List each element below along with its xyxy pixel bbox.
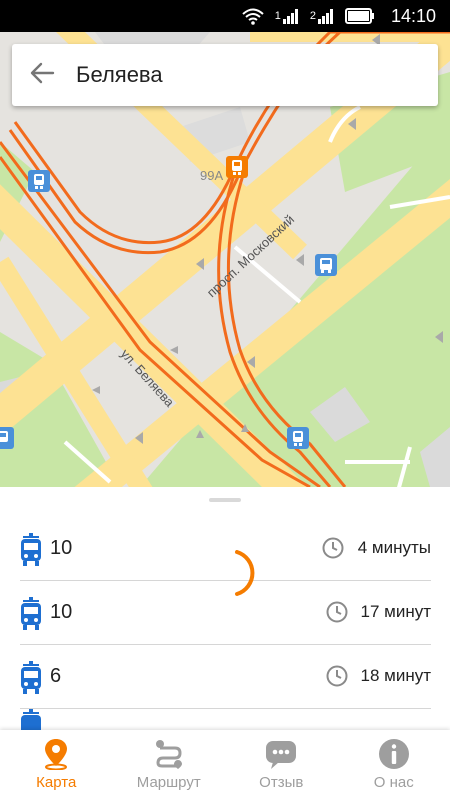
arrival-time: 17 минут <box>360 602 432 621</box>
info-icon <box>378 738 410 770</box>
selected-stop-marker[interactable] <box>226 156 248 178</box>
nav-label: О нас <box>373 774 414 791</box>
sim-label: 2 <box>309 10 316 22</box>
route-icon <box>153 738 185 770</box>
arrivals-sheet[interactable]: 10 4 минуты 10 17 минут 6 18 минут <box>0 487 450 737</box>
arrow-back-icon <box>29 62 55 89</box>
loading-spinner <box>215 550 255 605</box>
tram-stop-marker[interactable] <box>0 427 14 449</box>
arrival-time: 4 минуты <box>357 538 431 557</box>
route-number: 10 <box>50 601 73 623</box>
status-bar: 1 2 14:10 <box>0 0 450 32</box>
nav-label: Отзыв <box>259 774 304 791</box>
route-number: 6 <box>50 665 62 687</box>
tram-icon <box>20 533 42 572</box>
signal-icon-sim1: 1 <box>275 8 300 24</box>
signal-icon-sim2: 2 <box>310 8 335 24</box>
wifi-icon <box>241 7 265 25</box>
back-button[interactable] <box>12 44 72 106</box>
clock-icon <box>322 537 344 564</box>
search-query[interactable]: Беляева <box>76 62 163 88</box>
nav-item-route[interactable]: Маршрут <box>113 730 226 800</box>
arrival-time: 18 минут <box>360 666 432 685</box>
sim-label: 1 <box>274 10 281 22</box>
battery-icon <box>344 8 375 24</box>
clock-icon <box>326 601 348 628</box>
map-pin-icon <box>41 738 71 770</box>
list-item[interactable]: 6 18 минут <box>0 645 450 709</box>
building-number: 99А <box>200 168 223 183</box>
bus-stop-marker[interactable] <box>315 254 337 276</box>
drag-handle[interactable] <box>209 498 241 502</box>
route-number: 10 <box>50 537 73 559</box>
tram-icon <box>20 661 42 700</box>
status-time: 14:10 <box>390 5 436 26</box>
nav-label: Карта <box>36 774 77 791</box>
chat-bubble-icon <box>265 738 297 770</box>
bottom-navigation: Карта Маршрут Отзыв О нас <box>0 730 450 800</box>
nav-item-about[interactable]: О нас <box>338 730 450 800</box>
nav-item-map[interactable]: Карта <box>0 730 113 800</box>
tram-stop-marker[interactable] <box>287 427 309 449</box>
tram-stop-marker[interactable] <box>28 170 50 192</box>
search-bar[interactable]: Беляева <box>12 44 438 106</box>
nav-item-feedback[interactable]: Отзыв <box>225 730 338 800</box>
clock-icon <box>326 665 348 692</box>
nav-label: Маршрут <box>136 774 201 791</box>
tram-icon <box>20 597 42 636</box>
